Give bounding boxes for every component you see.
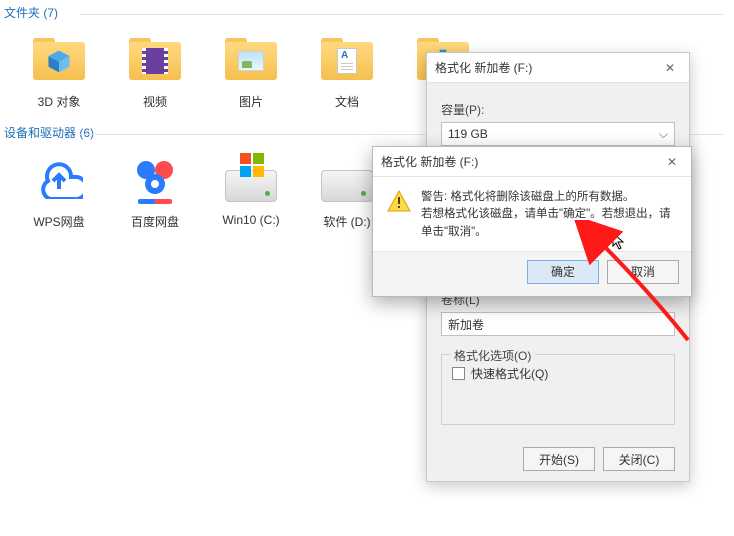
folder-3d-objects[interactable]: 3D 对象 [14, 31, 104, 110]
warning-dialog: 格式化 新加卷 (F:) ✕ 警告: 格式化将删除该磁盘上的所有数据。 若想格式… [372, 146, 692, 297]
quick-format-label: 快速格式化(Q) [471, 365, 548, 382]
warning-line2: 若想格式化该磁盘，请单击"确定"。若想退出，请单击"取消"。 [421, 206, 677, 241]
folders-header-label: 文件夹 (7) [4, 6, 58, 20]
folder-pictures[interactable]: 图片 [206, 31, 296, 110]
item-label: 文档 [335, 93, 359, 110]
cancel-button-label: 取消 [631, 263, 655, 280]
capacity-dropdown[interactable]: 119 GB ⌵ [441, 122, 675, 146]
format-dialog-title: 格式化 新加卷 (F:) [435, 59, 532, 76]
close-button[interactable]: 关闭(C) [603, 447, 675, 471]
warning-dialog-text: 警告: 格式化将删除该磁盘上的所有数据。 若想格式化该磁盘，请单击"确定"。若想… [421, 189, 677, 241]
folder-icon [31, 31, 87, 87]
close-button-label: 关闭(C) [619, 451, 660, 468]
ok-button[interactable]: 确定 [527, 260, 599, 284]
film-icon [142, 48, 168, 74]
baidu-netdisk-icon [127, 151, 183, 207]
item-label: 图片 [239, 93, 263, 110]
cancel-button[interactable]: 取消 [607, 260, 679, 284]
windows-logo-icon [240, 153, 264, 177]
close-icon[interactable]: ✕ [659, 61, 681, 75]
drive-icon [319, 151, 375, 207]
drive-baidu[interactable]: 百度网盘 [110, 151, 200, 230]
warning-dialog-titlebar: 格式化 新加卷 (F:) ✕ [373, 147, 691, 177]
drive-c[interactable]: Win10 (C:) [206, 151, 296, 230]
capacity-value: 119 GB [448, 127, 488, 141]
warning-dialog-title: 格式化 新加卷 (F:) [381, 153, 478, 170]
format-options-title: 格式化选项(O) [450, 347, 535, 364]
document-icon [337, 48, 357, 74]
drive-icon [223, 151, 279, 207]
format-options-group: 格式化选项(O) 快速格式化(Q) [441, 354, 675, 425]
item-label: WPS网盘 [33, 213, 84, 230]
checkbox-icon [452, 367, 465, 380]
folders-section-header: 文件夹 (7) [0, 0, 734, 27]
folder-documents[interactable]: 文档 [302, 31, 392, 110]
capacity-label: 容量(P): [441, 101, 675, 118]
item-label: 百度网盘 [131, 213, 179, 230]
quick-format-checkbox[interactable]: 快速格式化(Q) [452, 365, 664, 382]
warning-icon [387, 189, 411, 213]
drives-header-label: 设备和驱动器 (6) [4, 126, 94, 140]
mouse-cursor-icon [612, 232, 626, 250]
chevron-down-icon: ⌵ [659, 127, 668, 142]
volume-label-value: 新加卷 [448, 316, 484, 333]
folder-icon [319, 31, 375, 87]
warning-dialog-body: 警告: 格式化将删除该磁盘上的所有数据。 若想格式化该磁盘，请单击"确定"。若想… [373, 177, 691, 251]
ok-button-label: 确定 [551, 263, 575, 280]
photo-icon [238, 51, 264, 71]
warning-dialog-buttons: 确定 取消 [373, 251, 691, 296]
warning-line1: 警告: 格式化将删除该磁盘上的所有数据。 [421, 189, 677, 206]
item-label: 软件 (D:) [323, 213, 370, 230]
item-label: Win10 (C:) [222, 213, 279, 227]
drive-wps[interactable]: WPS网盘 [14, 151, 104, 230]
close-icon[interactable]: ✕ [661, 155, 683, 169]
start-button[interactable]: 开始(S) [523, 447, 595, 471]
folder-videos[interactable]: 视频 [110, 31, 200, 110]
item-label: 3D 对象 [38, 93, 81, 110]
volume-label-input[interactable]: 新加卷 [441, 312, 675, 336]
format-dialog-titlebar: 格式化 新加卷 (F:) ✕ [427, 53, 689, 83]
folder-icon [127, 31, 183, 87]
folder-icon [223, 31, 279, 87]
format-dialog-buttons: 开始(S) 关闭(C) [427, 437, 689, 481]
cube-icon [46, 48, 72, 74]
wps-cloud-icon [31, 151, 87, 207]
start-button-label: 开始(S) [539, 451, 579, 468]
item-label: 视频 [143, 93, 167, 110]
